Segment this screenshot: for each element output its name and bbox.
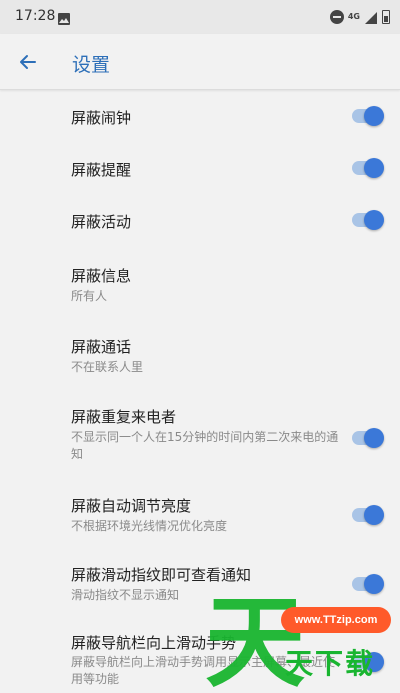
network-type: 4G [347,12,360,21]
setting-subtitle: 所有人 [71,289,108,303]
status-time: 17:28 [15,8,56,24]
settings-list: 屏蔽闹钟 屏蔽提醒 屏蔽活动 屏蔽信息 所有人 屏蔽通话 不在联系人里 屏蔽重复… [0,90,400,693]
do-not-disturb-icon [329,10,344,24]
setting-subtitle: 不显示同一个人在15分钟的时间内第二次来电的通知 [71,430,339,461]
toggle-thumb [364,106,384,126]
setting-title: 屏蔽信息 [71,267,132,285]
setting-title: 屏蔽自动调节亮度 [71,497,192,515]
toggle-block-repeat-callers[interactable] [352,428,384,448]
setting-block-repeat-callers[interactable]: 屏蔽重复来电者 不显示同一个人在15分钟的时间内第二次来电的通知 [0,388,400,478]
setting-block-fingerprint-swipe[interactable]: 屏蔽滑动指纹即可查看通知 滑动指纹不显示通知 [0,551,400,616]
setting-block-reminders[interactable]: 屏蔽提醒 [0,142,400,194]
toggle-thumb [364,574,384,594]
setting-block-alarms[interactable]: 屏蔽闹钟 [0,90,400,142]
setting-title: 屏蔽通话 [71,338,132,356]
toggle-thumb [364,158,384,178]
toggle-block-fingerprint-swipe[interactable] [352,574,384,594]
setting-block-nav-swipe-up[interactable]: 屏蔽导航栏向上滑动手势 屏蔽导航栏向上滑动手势调用显示主屏幕、最近使用等功能 [0,616,400,693]
setting-block-events[interactable]: 屏蔽活动 [0,194,400,246]
arrow-left-icon [20,55,36,69]
settings-screen: 17:28 4G 设置 屏蔽闹钟 屏蔽提醒 屏蔽活动 屏蔽信息 所有人 屏蔽通话… [0,0,400,693]
toggle-thumb [364,505,384,525]
toggle-block-events[interactable] [352,210,384,230]
page-title: 设置 [72,54,111,76]
setting-title: 屏蔽活动 [71,213,132,231]
setting-block-auto-brightness[interactable]: 屏蔽自动调节亮度 不根据环境光线情况优化亮度 [0,478,400,551]
toggle-block-nav-swipe-up[interactable] [352,652,384,672]
setting-block-calls[interactable]: 屏蔽通话 不在联系人里 [0,316,400,388]
toggle-thumb [364,652,384,672]
setting-subtitle: 不根据环境光线情况优化亮度 [71,519,228,533]
setting-title: 屏蔽提醒 [71,161,132,179]
toggle-block-alarms[interactable] [352,106,384,126]
setting-title: 屏蔽导航栏向上滑动手势 [71,634,237,652]
back-button[interactable] [12,46,44,78]
status-bar: 17:28 4G [0,0,400,34]
signal-icon [364,10,378,24]
toggle-block-reminders[interactable] [352,158,384,178]
setting-subtitle: 不在联系人里 [71,360,144,374]
toggle-thumb [364,210,384,230]
setting-title: 屏蔽闹钟 [71,109,132,127]
setting-title: 屏蔽重复来电者 [71,408,177,426]
toggle-thumb [364,428,384,448]
status-icons: 4G [329,7,390,27]
image-icon [58,10,70,25]
setting-title: 屏蔽滑动指纹即可查看通知 [71,566,252,584]
app-bar: 设置 [0,34,400,90]
setting-subtitle: 屏蔽导航栏向上滑动手势调用显示主屏幕、最近使用等功能 [71,655,336,686]
setting-subtitle: 滑动指纹不显示通知 [71,588,180,602]
setting-block-messages[interactable]: 屏蔽信息 所有人 [0,246,400,316]
toggle-block-auto-brightness[interactable] [352,505,384,525]
battery-icon [382,10,390,24]
